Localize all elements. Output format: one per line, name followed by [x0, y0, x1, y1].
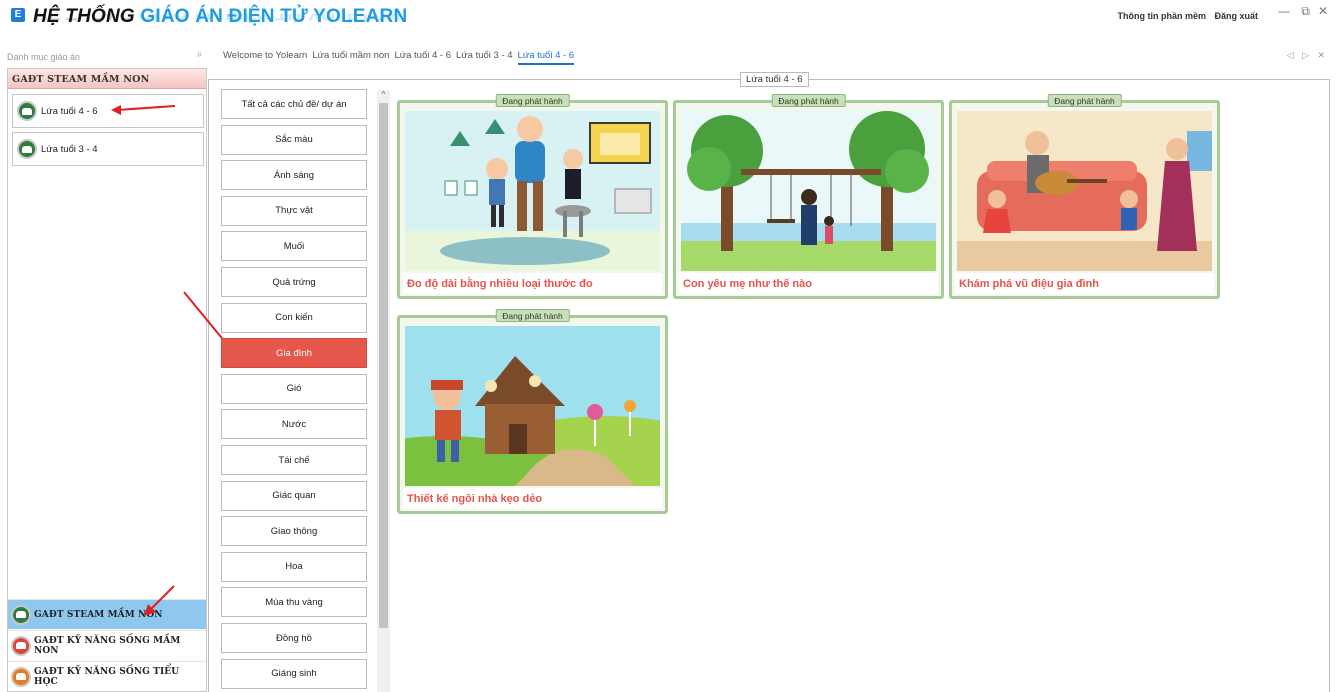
app-title-reflection-part2: GIÁO ÁN ĐIỆN TỬ YOLEARN	[139, 14, 401, 23]
lesson-title: Khám phá vũ điệu gia đình	[955, 273, 1214, 294]
pin-icon[interactable]: ᵖ	[198, 50, 201, 60]
app-title-reflection-part1: HỆ THỐNG	[33, 14, 133, 23]
topic-item[interactable]: Muối	[221, 231, 367, 262]
tab-navigation-icons[interactable]: ◁ ▷ ✕	[1287, 50, 1328, 61]
topic-item[interactable]: Thực vật	[221, 195, 367, 226]
minimize-button[interactable]: —	[1278, 4, 1290, 18]
age-group-label: Lứa tuổi 4 - 6	[41, 105, 98, 117]
tab-welcome[interactable]: Welcome to Yolearn	[223, 50, 307, 65]
app-logo-icon: E	[11, 8, 25, 22]
topic-item[interactable]: Sắc màu	[221, 124, 367, 155]
topic-item[interactable]: Mùa thu vàng	[221, 587, 367, 618]
tab-4-6[interactable]: Lứa tuổi 4 - 6	[394, 50, 451, 65]
software-info-link[interactable]: Thông tin phần mềm	[1117, 11, 1206, 21]
family-dance-illustration	[957, 111, 1212, 271]
scroll-up-icon[interactable]: ^	[377, 90, 390, 102]
nav-item-label: GAĐT KỸ NĂNG SỐNG TIỂU HỌC	[34, 666, 180, 687]
nav-item-ky-nang-song-mam-non[interactable]: GAĐT KỸ NĂNG SỐNG MẦM NON	[8, 630, 206, 660]
title-bar: E HỆ THỐNG GIÁO ÁN ĐIỆN TỬ YOLEARN HỆ TH…	[0, 0, 1336, 36]
topic-item[interactable]: Đồng hồ	[221, 623, 367, 653]
topic-item[interactable]: Quả trứng	[221, 267, 367, 297]
topic-item[interactable]: Giao thông	[221, 516, 367, 547]
lesson-card-2[interactable]: Đang phát hành Con yêu mẹ như thế nào	[673, 94, 944, 299]
tab-4-6-active[interactable]: Lứa tuổi 4 - 6	[517, 50, 575, 65]
book-icon	[11, 666, 31, 687]
lesson-category-panel: GAĐT STEAM MẦM NON Lứa tuổi 4 - 6 Lứa tu…	[7, 68, 207, 692]
book-icon	[11, 604, 31, 625]
status-badge: Đang phát hành	[771, 94, 846, 107]
close-button[interactable]: ✕	[1318, 4, 1328, 18]
nav-item-label: GAĐT KỸ NĂNG SỐNG MẦM NON	[34, 635, 181, 656]
status-badge: Đang phát hành	[495, 309, 570, 322]
topic-scrollbar-thumb[interactable]	[379, 103, 388, 628]
book-icon	[17, 101, 37, 121]
topic-item[interactable]: Con kiến	[221, 302, 367, 333]
document-tabs: Welcome to Yolearn Lứa tuổi mầm non Lứa …	[223, 50, 579, 65]
measuring-lesson-illustration	[405, 111, 660, 271]
lesson-card-4[interactable]: Đang phát hành Thiết kế ngôi nhà kẹo dẻo	[397, 309, 668, 514]
logout-link[interactable]: Đăng xuất	[1214, 11, 1258, 21]
topic-item[interactable]: Ánh sáng	[221, 160, 367, 191]
topic-item[interactable]: Gió	[221, 373, 367, 404]
tab-mam-non[interactable]: Lứa tuổi mầm non	[312, 50, 389, 65]
content-group-legend: Lứa tuổi 4 - 6	[740, 72, 809, 87]
topic-item[interactable]: Hoa	[221, 551, 367, 582]
topic-item[interactable]: Tất cả các chủ đề/ dự án	[221, 89, 367, 119]
status-badge: Đang phát hành	[495, 94, 570, 107]
group-header: GAĐT STEAM MẦM NON	[8, 69, 206, 89]
topic-item[interactable]: Tái chế	[221, 445, 367, 475]
tab-3-4[interactable]: Lứa tuổi 3 - 4	[456, 50, 513, 65]
nav-item-label: GAĐT STEAM MẦM NON	[34, 609, 163, 620]
lesson-card-3[interactable]: Đang phát hành Khám phá vũ điệu gia đình	[949, 94, 1220, 299]
nav-item-ky-nang-song-tieu-hoc[interactable]: GAĐT KỸ NĂNG SỐNG TIỂU HỌC	[8, 661, 206, 691]
restore-button[interactable]: ⧉	[1301, 4, 1310, 19]
lesson-card-1[interactable]: Đang phát hành Đo độ dài bằng nhiều loại…	[397, 94, 668, 299]
topic-item[interactable]: Giác quan	[221, 480, 367, 511]
lesson-title: Thiết kế ngôi nhà kẹo dẻo	[403, 488, 662, 509]
mother-child-swing-illustration	[681, 111, 936, 271]
lesson-title: Đo độ dài bằng nhiều loại thước đo	[403, 273, 662, 294]
book-icon	[11, 635, 31, 656]
app-window: E HỆ THỐNG GIÁO ÁN ĐIỆN TỬ YOLEARN HỆ TH…	[0, 0, 1336, 692]
topic-item[interactable]: Gia đình	[221, 338, 367, 369]
nav-item-steam-mam-non[interactable]: GAĐT STEAM MẦM NON	[8, 599, 206, 629]
age-group-label: Lứa tuổi 3 - 4	[41, 143, 98, 155]
app-title-reflection: HỆ THỐNG GIÁO ÁN ĐIỆN TỬ YOLEARN	[33, 14, 401, 23]
age-group-item-4-6[interactable]: Lứa tuổi 4 - 6	[12, 94, 204, 128]
book-icon	[17, 139, 37, 159]
lesson-title: Con yêu mẹ như thế nào	[679, 273, 938, 294]
top-links: Thông tin phần mềm Đăng xuất	[1111, 11, 1258, 21]
status-badge: Đang phát hành	[1047, 94, 1122, 107]
topic-item[interactable]: Giáng sinh	[221, 658, 367, 689]
candy-house-illustration	[405, 326, 660, 486]
topic-item[interactable]: Nước	[221, 409, 367, 440]
left-panel-caption: Danh mục giáo án	[7, 52, 81, 62]
age-group-item-3-4[interactable]: Lứa tuổi 3 - 4	[12, 132, 204, 166]
